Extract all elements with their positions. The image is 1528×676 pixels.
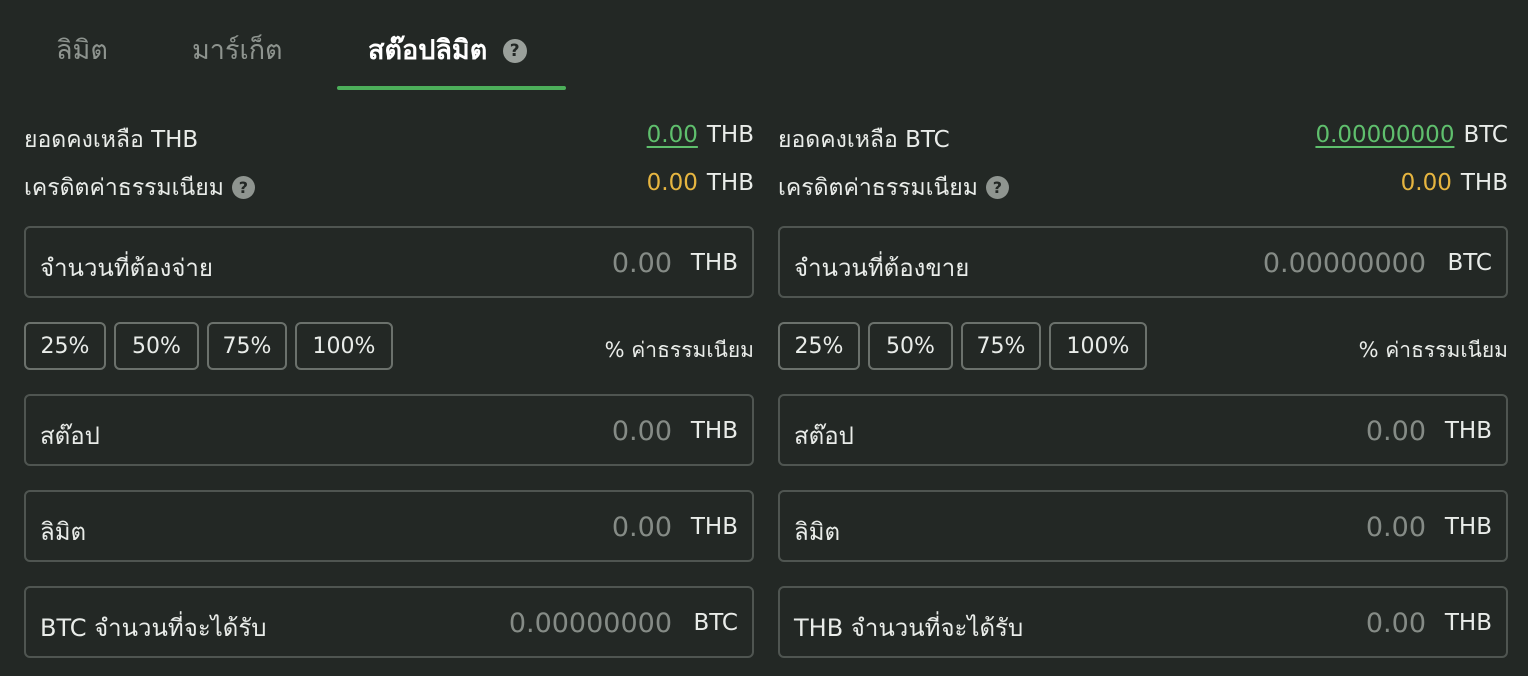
percent-100-button[interactable]: 100% [295, 322, 393, 370]
receive-amount-field: BTC จำนวนที่จะได้รับ BTC [24, 586, 754, 658]
sell-amount-input[interactable] [1044, 244, 1428, 282]
percent-25-button[interactable]: 25% [778, 322, 860, 370]
percent-75-button[interactable]: 75% [207, 322, 287, 370]
stop-price-label: สต๊อป [40, 422, 100, 450]
fee-credit-unit: THB [706, 170, 754, 196]
help-icon[interactable]: ? [502, 39, 527, 63]
limit-price-unit: THB [1444, 514, 1492, 540]
receive-amount-field: THB จำนวนที่จะได้รับ THB [778, 586, 1508, 658]
limit-price-field: ลิมิต THB [24, 490, 754, 562]
balance-label: ยอดคงเหลือ BTC [778, 127, 950, 153]
fee-credit-label-group: เครดิตค่าธรรมเนียม? [24, 170, 255, 206]
fee-credit-label: เครดิตค่าธรรมเนียม [778, 175, 978, 201]
buy-panel: ยอดคงเหลือ THB 0.00 THB เครดิตค่าธรรมเนีย… [24, 110, 754, 658]
limit-price-input[interactable] [290, 508, 674, 546]
receive-amount-input[interactable] [290, 604, 674, 642]
limit-price-unit: THB [690, 514, 738, 540]
active-tab-indicator [337, 86, 566, 90]
sell-amount-unit: BTC [1447, 250, 1492, 276]
fee-credit-value-group: 0.00 THB [1401, 170, 1508, 196]
percent-75-button[interactable]: 75% [961, 322, 1041, 370]
help-icon[interactable]: ? [985, 176, 1009, 199]
limit-price-input[interactable] [1044, 508, 1428, 546]
limit-price-label: ลิมิต [794, 518, 841, 546]
tab-market-label: มาร์เก็ต [192, 35, 283, 66]
fee-credit-value: 0.00 [1400, 170, 1452, 196]
percent-50-button[interactable]: 50% [114, 322, 199, 370]
balance-unit: THB [706, 122, 754, 148]
stop-price-field: สต๊อป THB [778, 394, 1508, 466]
fee-credit-label: เครดิตค่าธรรมเนียม [24, 175, 224, 201]
percent-25-button[interactable]: 25% [24, 322, 106, 370]
fee-credit-value: 0.00 [646, 170, 698, 196]
fee-credit-unit: THB [1460, 170, 1508, 196]
stop-price-input[interactable] [290, 412, 674, 450]
percent-100-button[interactable]: 100% [1049, 322, 1147, 370]
receive-amount-input[interactable] [1044, 604, 1428, 642]
tab-market[interactable]: มาร์เก็ต [192, 28, 283, 71]
receive-amount-unit: BTC [693, 610, 738, 636]
help-icon[interactable]: ? [231, 176, 255, 199]
pay-amount-field: จำนวนที่ต้องจ่าย THB [24, 226, 754, 298]
receive-amount-label: THB จำนวนที่จะได้รับ [794, 614, 1024, 642]
btc-balance-row: ยอดคงเหลือ BTC 0.00000000 BTC [778, 110, 1508, 158]
fee-credit-value-group: 0.00 THB [647, 170, 754, 196]
tab-limit-label: ลิมิต [56, 35, 108, 66]
balance-value-link[interactable]: 0.00000000 [1315, 122, 1454, 148]
stop-price-label: สต๊อป [794, 422, 854, 450]
limit-price-label: ลิมิต [40, 518, 87, 546]
balance-value-link[interactable]: 0.00 [647, 122, 698, 148]
order-type-tabs: ลิมิต มาร์เก็ต สต๊อปลิมิต ? [0, 0, 1528, 92]
percent-fee-note: % ค่าธรรมเนียม [1358, 338, 1508, 362]
tab-stop-limit[interactable]: สต๊อปลิมิต ? [368, 28, 527, 71]
thb-balance-row: ยอดคงเหลือ THB 0.00 THB [24, 110, 754, 158]
receive-amount-label: BTC จำนวนที่จะได้รับ [40, 614, 267, 642]
sell-panel: ยอดคงเหลือ BTC 0.00000000 BTC เครดิตค่าธร… [778, 110, 1508, 658]
tab-limit[interactable]: ลิมิต [56, 28, 108, 71]
percent-fee-note: % ค่าธรรมเนียม [604, 338, 754, 362]
percent-button-row: 25% 50% 75% 100% % ค่าธรรมเนียม [24, 322, 754, 370]
balance-unit: BTC [1463, 122, 1508, 148]
percent-50-button[interactable]: 50% [868, 322, 953, 370]
stop-price-input[interactable] [1044, 412, 1428, 450]
stop-price-unit: THB [1444, 418, 1492, 444]
fee-credit-row: เครดิตค่าธรรมเนียม? 0.00 THB [24, 158, 754, 206]
stop-price-unit: THB [690, 418, 738, 444]
sell-amount-field: จำนวนที่ต้องขาย BTC [778, 226, 1508, 298]
balance-label: ยอดคงเหลือ THB [24, 127, 199, 153]
balance-value-group: 0.00000000 BTC [1315, 122, 1508, 148]
tab-stop-limit-label: สต๊อปลิมิต [368, 35, 488, 66]
sell-amount-label: จำนวนที่ต้องขาย [794, 254, 970, 282]
stop-price-field: สต๊อป THB [24, 394, 754, 466]
fee-credit-row: เครดิตค่าธรรมเนียม? 0.00 THB [778, 158, 1508, 206]
pay-amount-label: จำนวนที่ต้องจ่าย [40, 254, 213, 282]
percent-button-row: 25% 50% 75% 100% % ค่าธรรมเนียม [778, 322, 1508, 370]
fee-credit-label-group: เครดิตค่าธรรมเนียม? [778, 170, 1009, 206]
balance-value-group: 0.00 THB [647, 122, 754, 148]
receive-amount-unit: THB [1444, 610, 1492, 636]
limit-price-field: ลิมิต THB [778, 490, 1508, 562]
pay-amount-input[interactable] [290, 244, 674, 282]
pay-amount-unit: THB [690, 250, 738, 276]
